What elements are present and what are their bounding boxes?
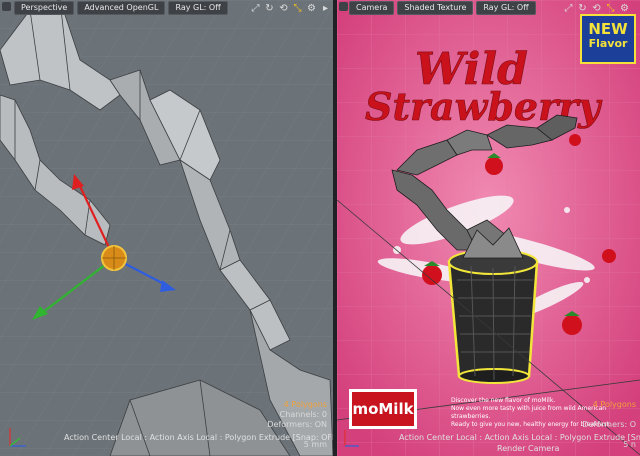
channels-readout: Channels: 0 — [279, 410, 327, 419]
move-icon[interactable]: ⤡ — [605, 3, 616, 14]
polygon-count: 4 Polygons — [592, 400, 636, 409]
badge-line1: NEW — [588, 20, 628, 38]
action-center-line: Action Center Local : Action Axis Local … — [64, 433, 333, 442]
gear-icon[interactable]: ⚙ — [306, 3, 317, 14]
momilk-logo: moMilk — [349, 389, 417, 429]
poster-scene[interactable]: Wild Strawberry — [337, 0, 640, 456]
viewport-tab-bar: Camera Shaded Texture Ray GL: Off — [349, 1, 536, 15]
tab-shaded-texture[interactable]: Shaded Texture — [397, 1, 474, 15]
camera-viewport[interactable]: Wild Strawberry Camera Shaded Texture Ra… — [337, 0, 640, 456]
move-icon[interactable]: ⤡ — [292, 3, 303, 14]
viewport-menu-button[interactable] — [339, 2, 348, 11]
perspective-scene[interactable] — [0, 0, 333, 456]
dropdown-arrow-icon[interactable]: ▸ — [320, 3, 331, 14]
viewport-menu-button[interactable] — [2, 2, 11, 11]
refresh-icon[interactable]: ↻ — [264, 3, 275, 14]
badge-line2: Flavor — [588, 37, 628, 50]
viewport-tab-bar: Perspective Advanced OpenGL Ray GL: Off — [14, 1, 228, 15]
new-flavor-badge: NEW Flavor — [580, 14, 636, 64]
refresh-icon[interactable]: ↻ — [577, 3, 588, 14]
tab-advanced-opengl[interactable]: Advanced OpenGL — [77, 1, 166, 15]
deformers-readout: Deformers: O — [582, 420, 636, 429]
viewport-tools: ⤢ ↻ ⟲ ⤡ ⚙ ▸ — [250, 1, 331, 15]
viewport-info: 4 Polygons Deformers: O 5 n — [582, 400, 636, 450]
deformers-readout: Deformers: ON — [267, 420, 327, 429]
viewport-info: 4 Polygons Channels: 0 Deformers: ON 5 m… — [267, 400, 327, 450]
maximize-icon[interactable]: ⤢ — [250, 3, 261, 14]
perspective-viewport[interactable]: Perspective Advanced OpenGL Ray GL: Off … — [0, 0, 333, 456]
camera-label: Render Camera — [497, 444, 560, 453]
tab-ray-gl[interactable]: Ray GL: Off — [168, 1, 228, 15]
maximize-icon[interactable]: ⤢ — [563, 3, 574, 14]
rotate-icon[interactable]: ⟲ — [591, 3, 602, 14]
rotate-icon[interactable]: ⟲ — [278, 3, 289, 14]
action-center-line: Action Center Local : Action Axis Local … — [399, 433, 640, 442]
tab-ray-gl[interactable]: Ray GL: Off — [476, 1, 536, 15]
brand-name: moMilk — [352, 392, 414, 426]
polygon-count: 4 Polygons — [283, 400, 327, 409]
tab-camera[interactable]: Camera — [349, 1, 395, 15]
tab-perspective[interactable]: Perspective — [14, 1, 75, 15]
viewport-tools: ⤢ ↻ ⟲ ⤡ ⚙ — [563, 1, 630, 15]
gear-icon[interactable]: ⚙ — [619, 3, 630, 14]
